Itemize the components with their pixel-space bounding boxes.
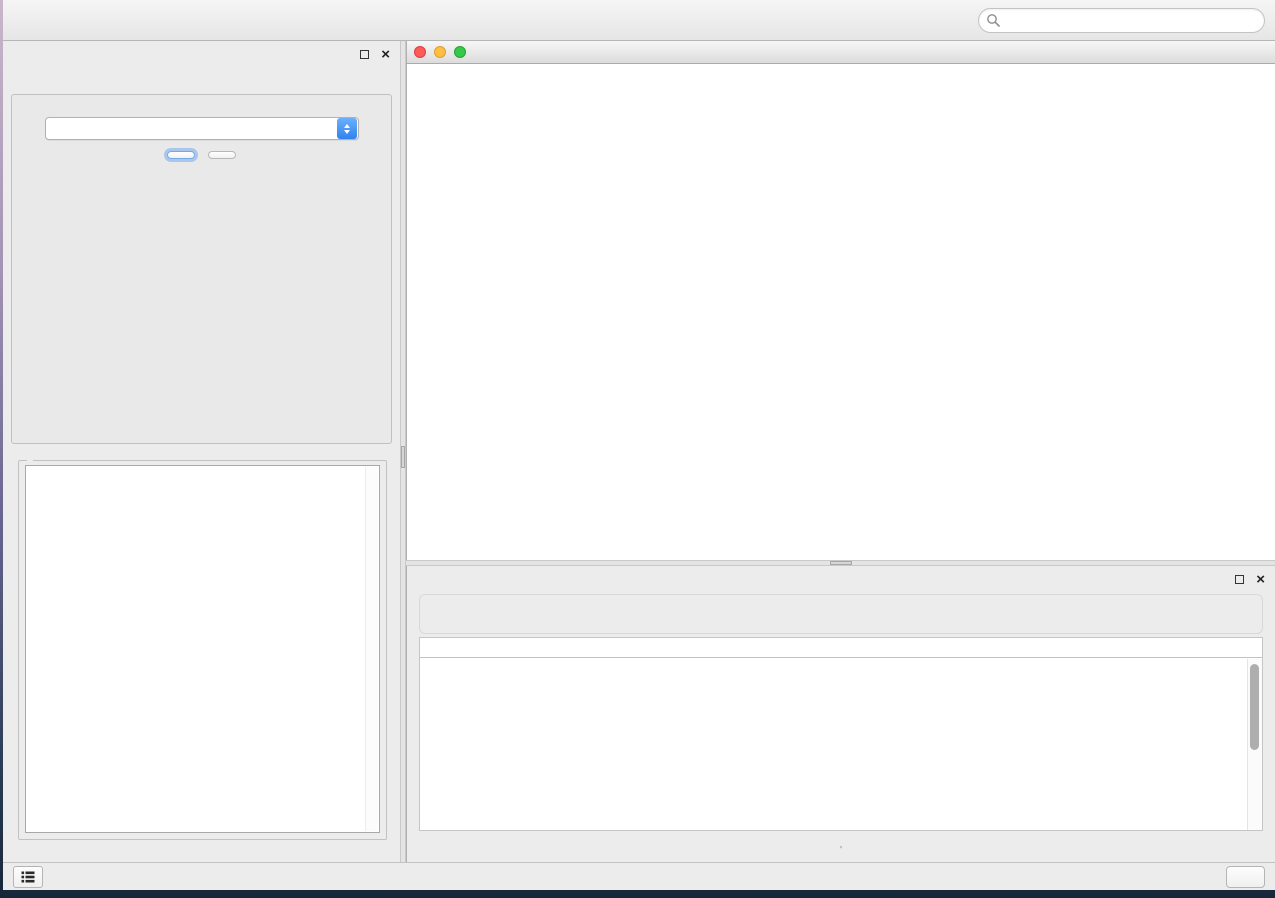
mcds-result-list[interactable] (25, 465, 380, 833)
vertical-splitter-handle[interactable] (401, 446, 405, 468)
network-canvas[interactable] (407, 64, 1275, 560)
main-area: × (3, 41, 1275, 862)
table-toolbar (419, 594, 1263, 634)
vertical-splitter[interactable] (400, 41, 406, 862)
memory-status-icon (1237, 871, 1248, 882)
window-close-icon[interactable] (414, 46, 426, 58)
search-box (978, 8, 1265, 33)
close-table-panel-icon[interactable]: × (1256, 572, 1265, 587)
float-panel-icon[interactable] (360, 50, 369, 59)
control-panel-tabs (3, 71, 400, 94)
task-history-button[interactable] (13, 866, 43, 888)
network-graph[interactable] (407, 64, 707, 214)
right-column: × (406, 41, 1275, 862)
close-panel-icon[interactable]: × (381, 47, 390, 62)
node-table (419, 637, 1263, 831)
network-window-titlebar (407, 41, 1275, 64)
window-minimize-icon[interactable] (434, 46, 446, 58)
table-header-row (420, 638, 1262, 658)
application-window: × (3, 0, 1275, 890)
result-list-scrollbar[interactable] (365, 467, 378, 831)
run-mcds-button[interactable] (167, 151, 195, 159)
optimization-select[interactable] (45, 117, 359, 140)
control-panel-header: × (3, 41, 400, 68)
table-panel-header: × (407, 566, 1275, 593)
control-panel: × (3, 41, 400, 862)
search-icon (986, 13, 1000, 27)
select-stepper-icon (337, 118, 357, 139)
status-bar (3, 862, 1275, 890)
table-scrollbar-thumb[interactable] (1250, 664, 1259, 750)
mcds-tab-pane (11, 94, 392, 444)
horizontal-splitter-handle[interactable] (830, 561, 852, 565)
horizontal-splitter[interactable] (406, 560, 1275, 566)
network-view-window (406, 41, 1275, 560)
memory-button[interactable] (1226, 866, 1265, 888)
table-tabs (840, 846, 842, 848)
table-scrollbar[interactable] (1247, 659, 1262, 830)
window-maximize-icon[interactable] (454, 46, 466, 58)
list-icon (19, 868, 37, 886)
main-toolbar (3, 0, 1275, 41)
close-panel-button[interactable] (208, 151, 236, 159)
search-input[interactable] (978, 8, 1265, 33)
float-table-panel-icon[interactable] (1235, 575, 1244, 584)
table-panel: × (406, 566, 1275, 862)
mcds-result-fieldset (18, 460, 387, 840)
table-tabs-row (407, 831, 1275, 862)
